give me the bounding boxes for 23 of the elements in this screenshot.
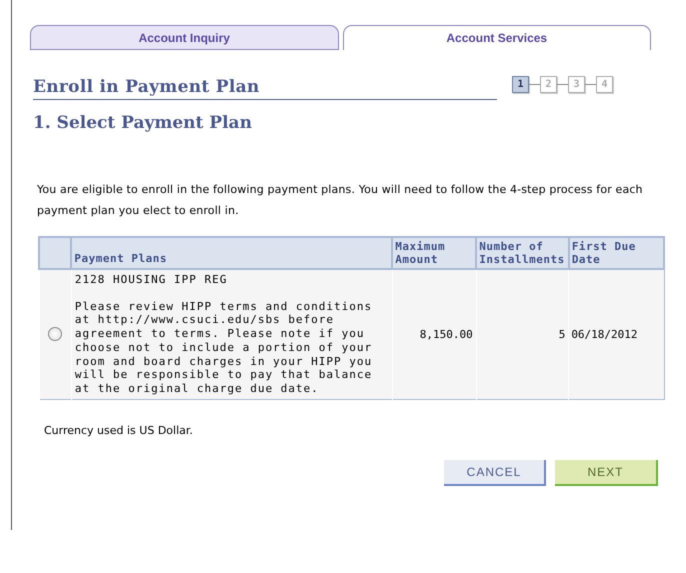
- table-cell: 06/18/2012: [571, 328, 638, 341]
- next-button[interactable]: NEXT: [555, 460, 658, 486]
- section-title: 1. Select Payment Plan: [33, 113, 253, 133]
- intro-text: You are eligible to enroll in the following payment plans. You will need to follow the 4-step process for each payment plan you elect to enroll in.: [37, 182, 644, 219]
- tab[interactable]: Account Inquiry: [30, 25, 338, 50]
- header-cell: [39, 237, 72, 269]
- step-indicator: 2: [540, 76, 557, 93]
- table-cell: 8,150.00: [420, 328, 473, 341]
- column-header: First Due Date: [568, 237, 664, 269]
- plan-description: Please review HIPP terms and conditions at http://www.csuci.edu/sbs before agreement to terms. Please note if you choose not to include a portion of your room and board charges in your HIPP you will be responsible to pay that balance at the original charge due date.: [74, 300, 374, 396]
- cancel-button[interactable]: CANCEL: [444, 460, 546, 486]
- step-indicator: 4: [596, 76, 613, 93]
- column-header: Maximum Amount: [392, 237, 476, 269]
- column-header: Payment Plans: [71, 237, 392, 269]
- radio-button[interactable]: [48, 327, 62, 342]
- tab[interactable]: Account Services: [342, 25, 651, 50]
- step-indicator: 1: [512, 76, 529, 93]
- table-cell: 5: [558, 328, 566, 341]
- step-indicator: 3: [568, 76, 585, 93]
- page-title: Enroll in Payment Plan: [33, 77, 497, 100]
- column-header: Number of Installments: [476, 237, 569, 269]
- plan-name: 2128 HOUSING IPP REG: [74, 273, 228, 287]
- currency-note: Currency used is US Dollar.: [44, 424, 194, 437]
